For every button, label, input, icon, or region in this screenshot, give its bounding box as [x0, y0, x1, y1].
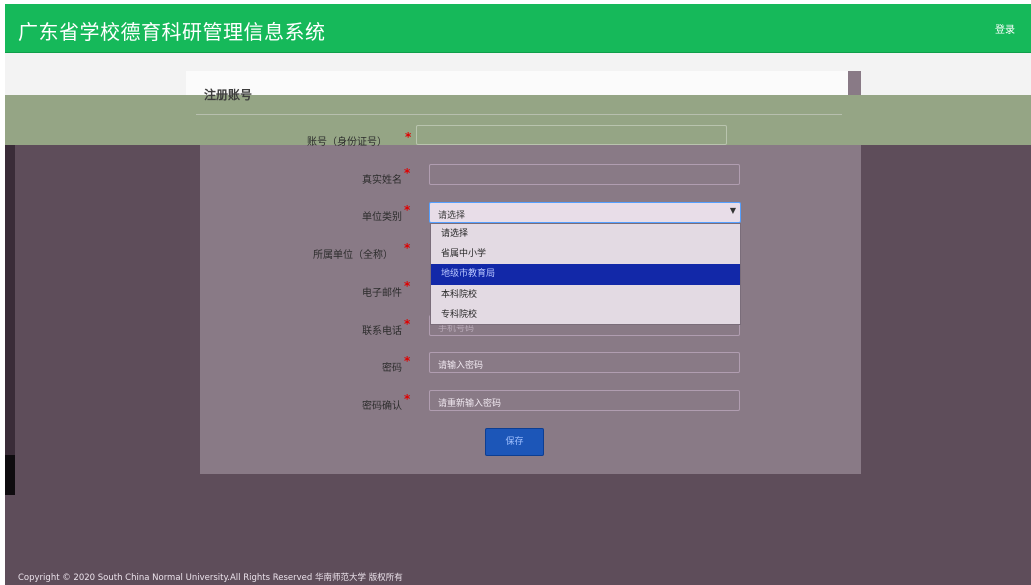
required-mark: * [404, 392, 411, 406]
login-link[interactable]: 登录 [995, 21, 1015, 36]
confirm-password-label: 密码确认 [362, 401, 402, 412]
real-name-label: 真实姓名 [362, 175, 402, 186]
required-mark: * [404, 279, 411, 293]
unit-type-select[interactable]: 请选择 ▼ [429, 202, 741, 223]
option-undergraduate-college[interactable]: 本科院校 [431, 285, 740, 305]
required-mark: * [405, 130, 412, 144]
unit-type-label: 单位类别 [362, 212, 402, 223]
real-name-input[interactable] [429, 164, 740, 185]
id-number-label: 账号（身份证号） [307, 137, 387, 148]
password-label: 密码 [382, 363, 402, 374]
phone-label: 联系电话 [362, 326, 402, 337]
dropdown-arrow-icon: ▼ [729, 206, 736, 215]
footer-copyright: Copyright © 2020 South China Normal Univ… [18, 573, 403, 583]
required-mark: * [404, 203, 411, 217]
title-divider [196, 114, 842, 115]
affiliation-label: 所属单位（全称） [313, 250, 393, 261]
register-card-header [186, 71, 848, 96]
app-title: 广东省学校德育科研管理信息系统 [18, 20, 326, 44]
required-mark: * [404, 354, 411, 368]
top-navbar: 广东省学校德育科研管理信息系统 登录 [5, 4, 1031, 53]
id-number-input[interactable] [416, 125, 727, 145]
option-please-select[interactable]: 请选择 [431, 224, 740, 244]
email-label: 电子邮件 [362, 288, 402, 299]
unit-type-selected-value: 请选择 [438, 211, 466, 221]
save-button[interactable]: 保存 [485, 428, 544, 456]
required-mark: * [404, 166, 411, 180]
required-mark: * [404, 241, 411, 255]
option-junior-college[interactable]: 专科院校 [431, 305, 740, 325]
left-edge-dark [5, 455, 15, 495]
register-title: 注册账号 [204, 88, 253, 102]
required-mark: * [404, 317, 411, 331]
confirm-password-input[interactable]: 请重新输入密码 [429, 390, 740, 411]
password-input[interactable]: 请输入密码 [429, 352, 740, 373]
option-provincial-school[interactable]: 省属中小学 [431, 244, 740, 264]
option-city-education-bureau[interactable]: 地级市教育局 [431, 264, 740, 285]
unit-type-dropdown-list: 请选择 省属中小学 地级市教育局 本科院校 专科院校 [430, 223, 741, 325]
left-edge-shadow [5, 145, 15, 495]
